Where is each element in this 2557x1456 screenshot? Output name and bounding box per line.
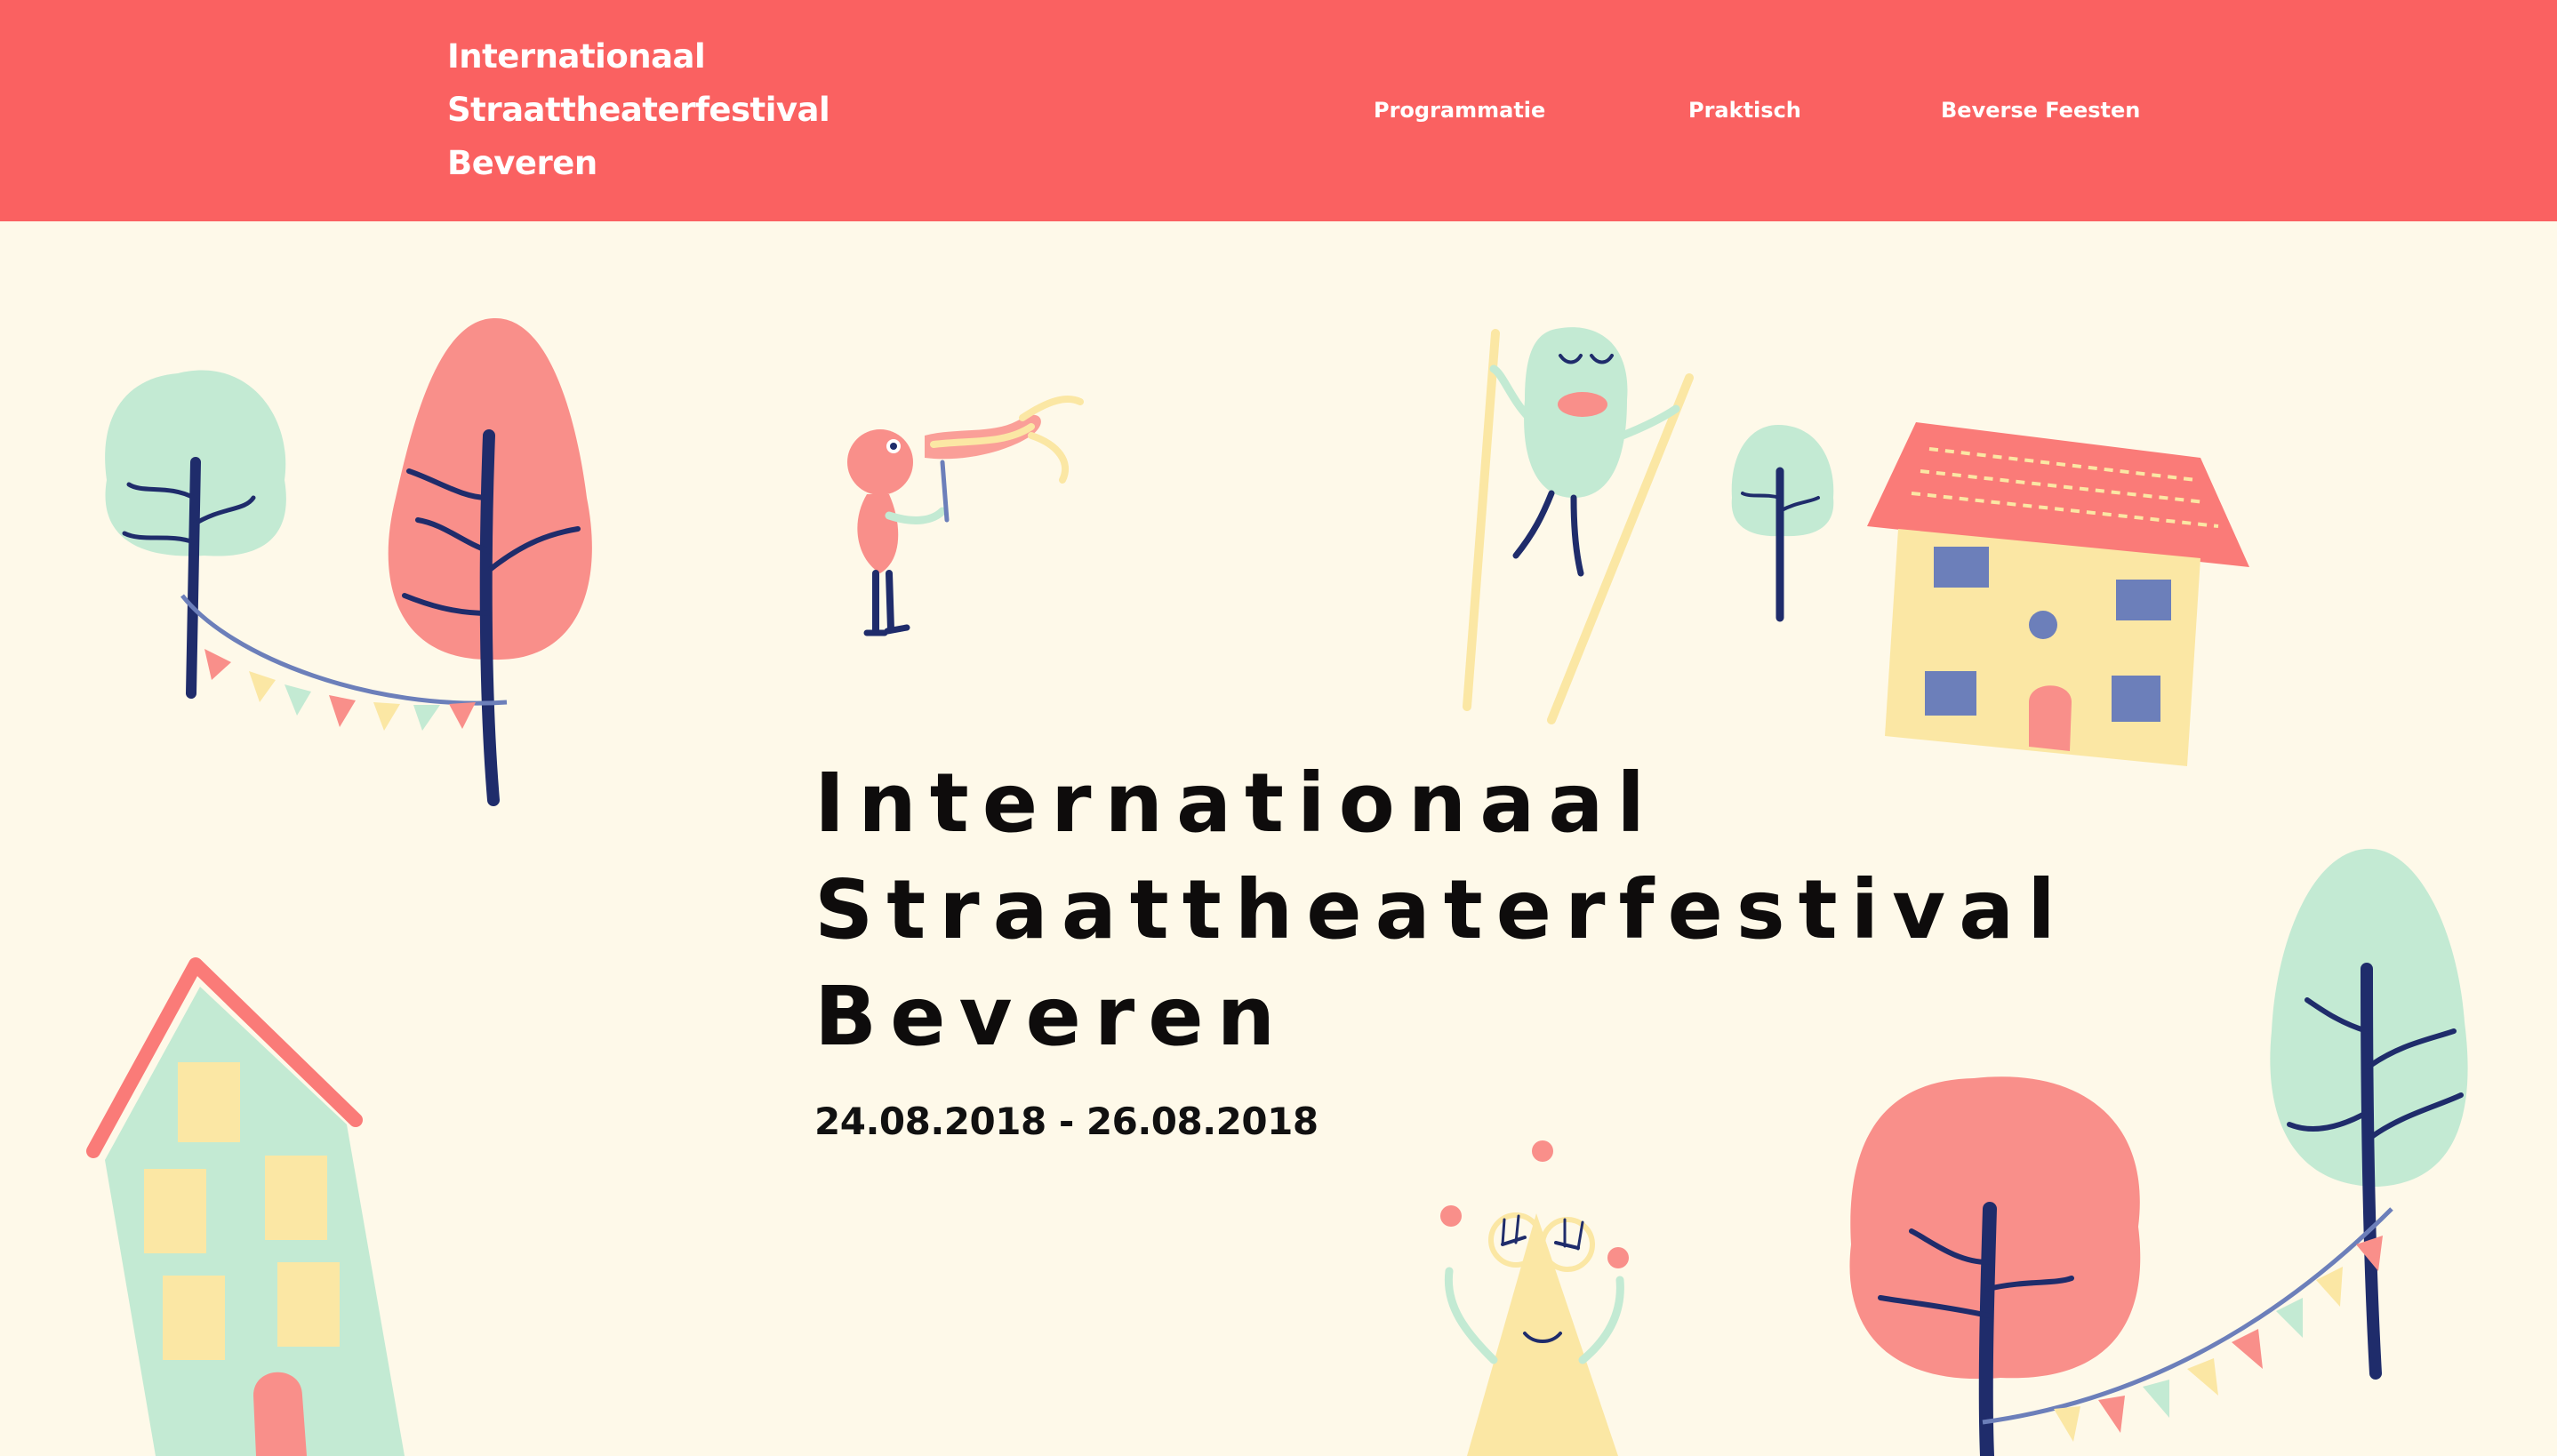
juggler-icon — [1440, 1140, 1629, 1456]
stilt-walker-icon — [1463, 327, 1694, 724]
tree-icon — [388, 317, 592, 806]
tree-icon — [105, 370, 286, 699]
tree-icon — [1731, 425, 1834, 622]
house-icon — [1867, 422, 2249, 766]
hero-title-line-1: Internationaal — [814, 756, 1658, 851]
house-icon — [86, 957, 405, 1456]
tree-icon — [2270, 848, 2468, 1380]
festival-illustration — [86, 317, 2468, 1456]
hero-title-line-2: Straattheaterfestival — [814, 862, 2069, 957]
festival-dates: 24.08.2018 - 26.08.2018 — [814, 1100, 1319, 1143]
hero-title-line-3: Beveren — [814, 969, 1289, 1064]
tree-icon — [1849, 1076, 2141, 1456]
trumpeter-icon — [847, 396, 1084, 636]
